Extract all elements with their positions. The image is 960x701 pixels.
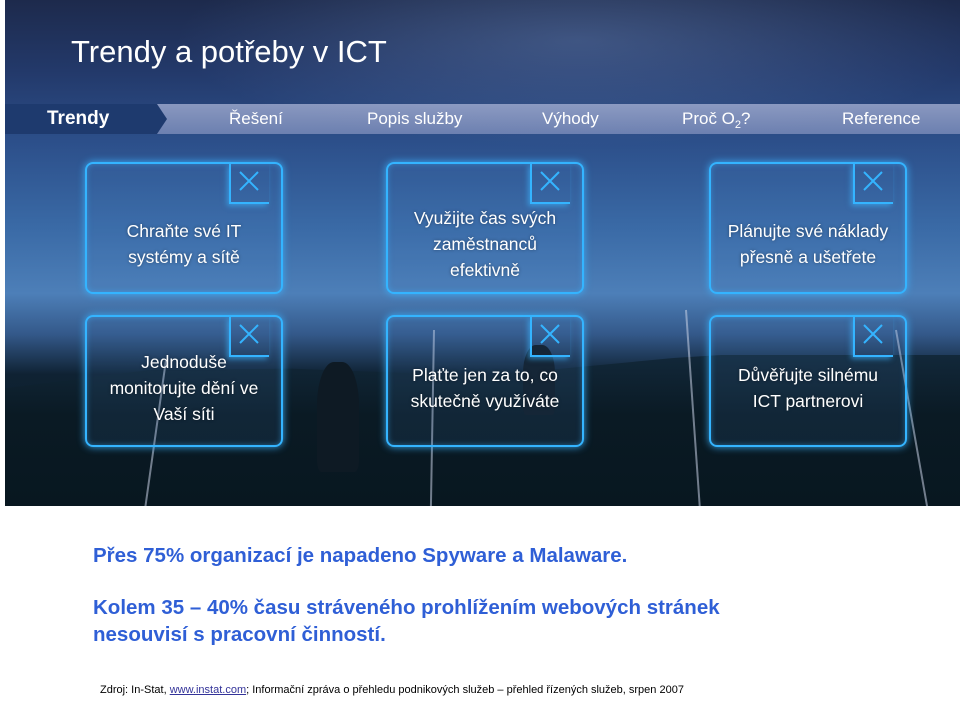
feature-card[interactable]: Využijte čas svých zaměstnanců efektivně [386, 162, 584, 294]
feature-card-text: Jednoduše monitorujte dění ve Vaší síti [109, 352, 259, 424]
close-x-icon [530, 164, 570, 204]
nav-tab-label: Reference [842, 109, 921, 128]
nav-tab-label: Popis služby [367, 109, 463, 128]
feature-card-text: Plánujte své náklady přesně a ušetřete [727, 221, 889, 267]
feature-card-text: Důvěřujte silnému ICT partnerovi [737, 365, 879, 411]
source-citation: Zdroj: In-Stat, www.instat.com; Informač… [100, 684, 684, 696]
feature-card[interactable]: Důvěřujte silnému ICT partnerovi [709, 315, 907, 447]
nav-tab-label: Výhody [542, 109, 599, 128]
nav-bar: Trendy Řešení Popis služby Výhody Proč O… [5, 104, 960, 134]
close-x-icon [853, 164, 893, 204]
fact-text: Kolem 35 – 40% času stráveného prohlížen… [93, 596, 720, 646]
nav-tab-trendy[interactable]: Trendy [47, 104, 109, 134]
feature-card[interactable]: Plaťte jen za to, co skutečně využíváte [386, 315, 584, 447]
nav-tab-proc-o2[interactable]: Proč O2? [682, 104, 751, 134]
fact-text: Přes 75% organizací je napadeno Spyware … [93, 544, 628, 567]
nav-tab-reference[interactable]: Reference [842, 104, 920, 134]
feature-card-text: Chraňte své IT systémy a sítě [126, 221, 242, 267]
person-silhouette [317, 362, 359, 472]
feature-card[interactable]: Jednoduše monitorujte dění ve Vaší síti [85, 315, 283, 447]
feature-card-text: Plaťte jen za to, co skutečně využíváte [410, 365, 560, 411]
source-link[interactable]: www.instat.com [170, 684, 246, 696]
source-prefix: Zdroj: In-Stat, [100, 684, 170, 696]
close-x-icon [229, 164, 269, 204]
feature-card[interactable]: Plánujte své náklady přesně a ušetřete [709, 162, 907, 294]
nav-tab-label-tail: ? [741, 109, 751, 128]
feature-card[interactable]: Chraňte své IT systémy a sítě [85, 162, 283, 294]
source-suffix: ; Informační zpráva o přehledu podnikový… [246, 684, 684, 696]
slide-title: Trendy a potřeby v ICT [71, 34, 387, 69]
nav-tab-vyhody[interactable]: Výhody [542, 104, 599, 134]
nav-tab-popis-sluzby[interactable]: Popis služby [367, 104, 462, 134]
nav-tab-label: Trendy [47, 108, 110, 129]
feature-card-text: Využijte čas svých zaměstnanců efektivně [413, 208, 557, 280]
nav-tab-label: Proč O [682, 109, 735, 128]
nav-tab-label: Řešení [229, 109, 283, 128]
nav-tab-reseni[interactable]: Řešení [229, 104, 283, 134]
